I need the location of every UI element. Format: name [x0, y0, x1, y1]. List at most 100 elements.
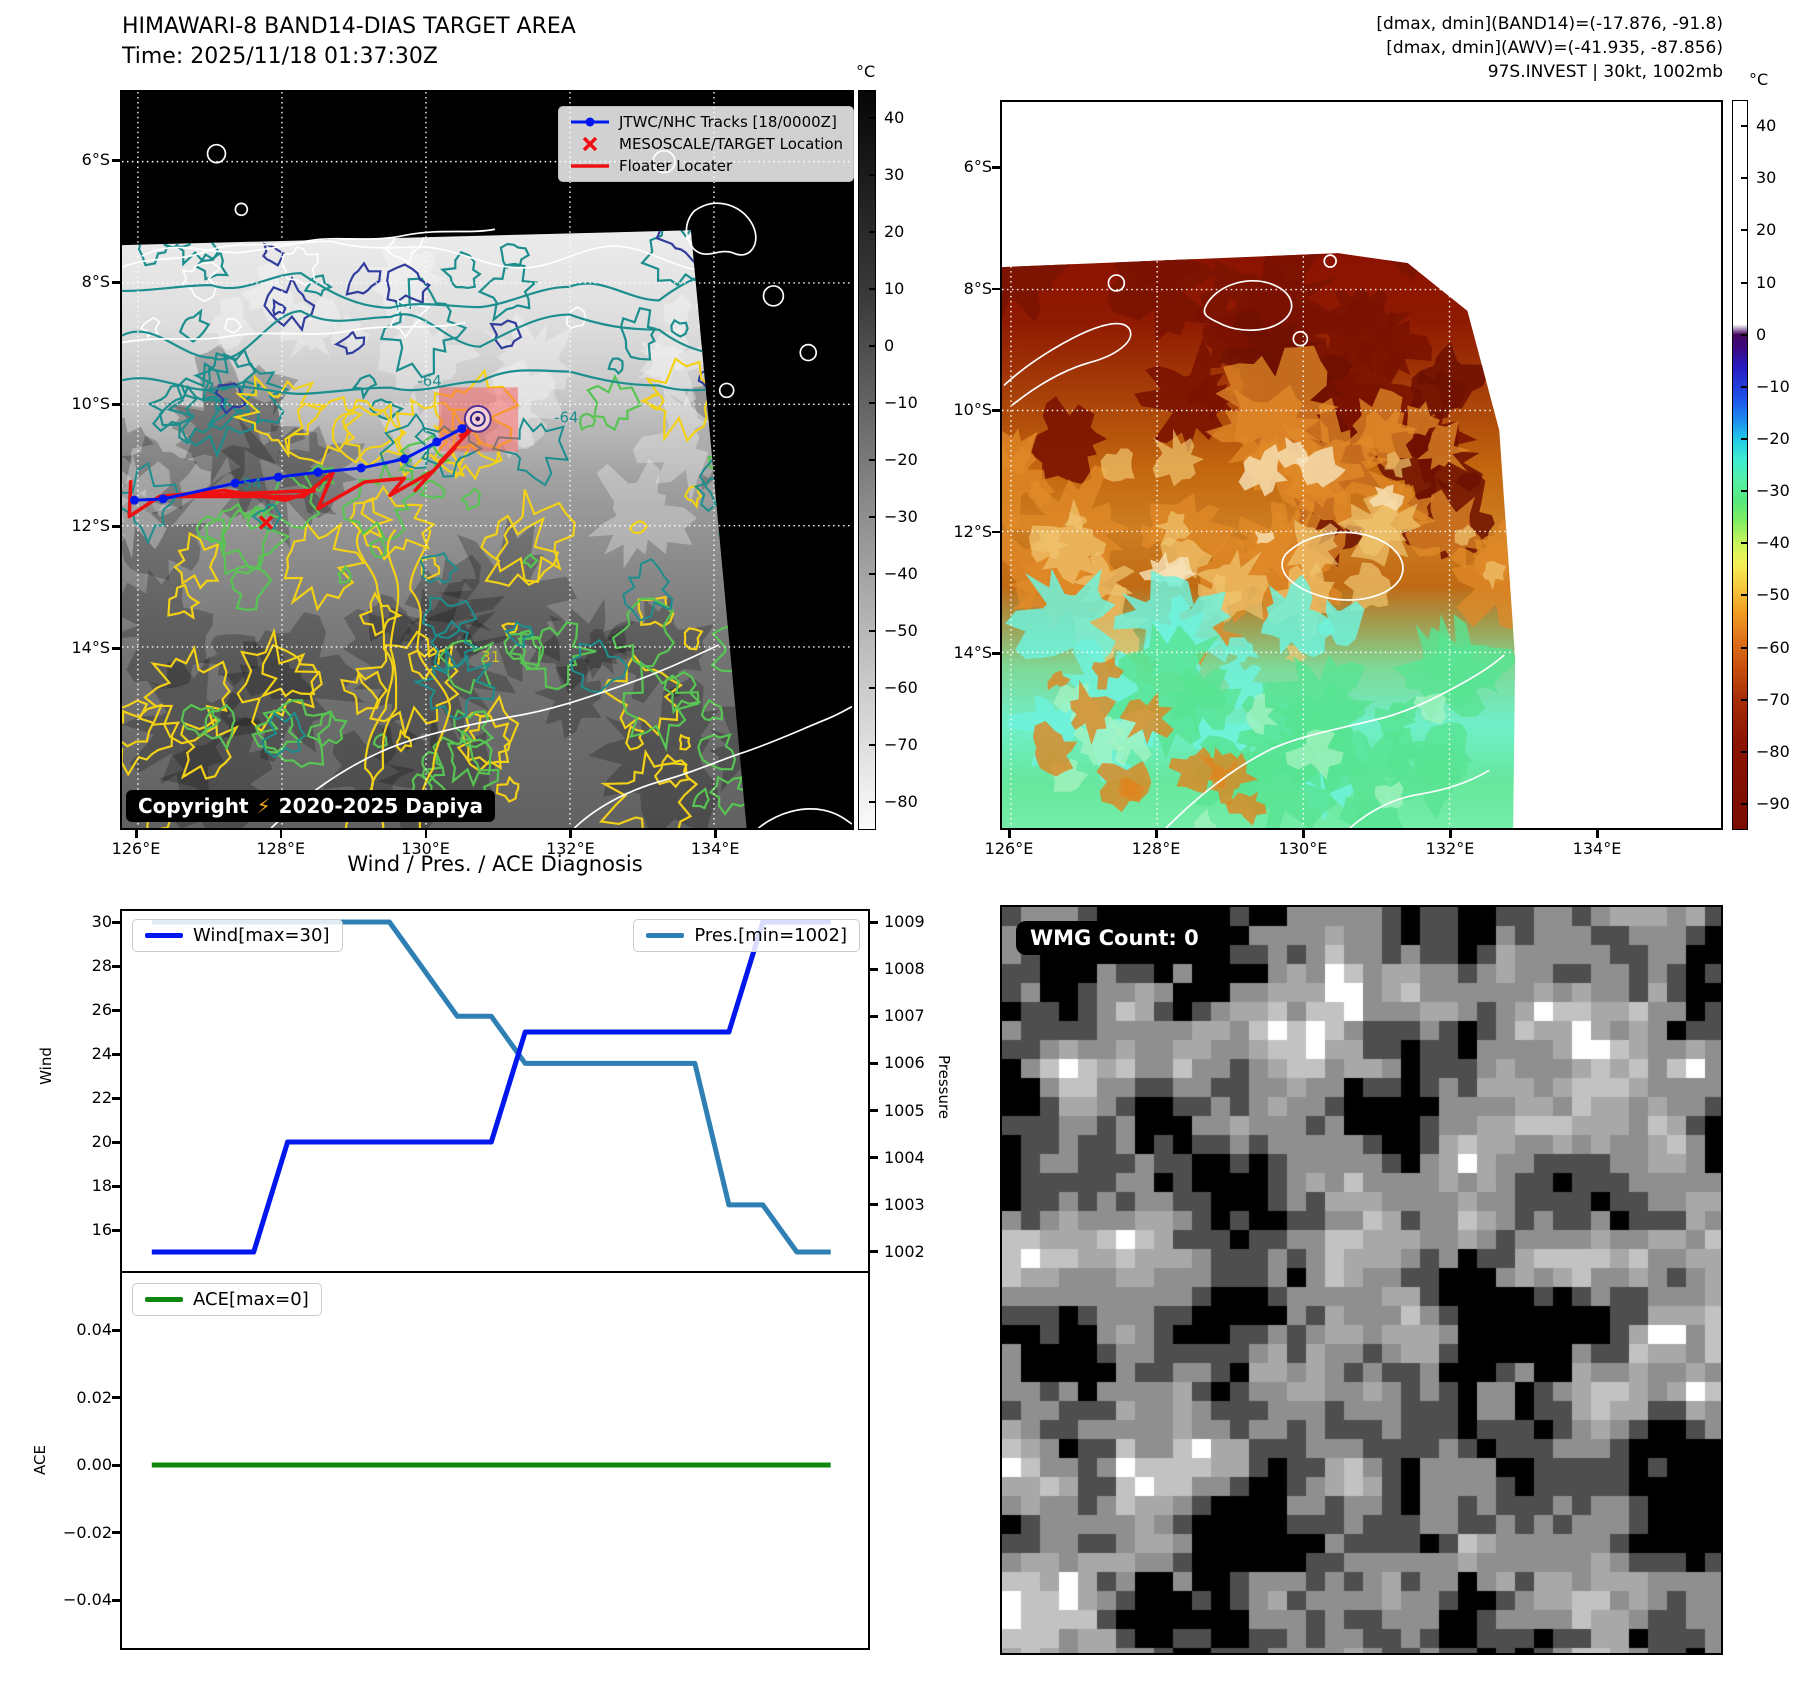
mapB-lat-label: 8°S: [912, 280, 992, 298]
tick-mark: [869, 117, 876, 119]
tick-mark: [869, 516, 876, 518]
tick-mark: [112, 525, 120, 528]
tick-mark: [112, 159, 120, 162]
wind-tick-label: 20: [32, 1133, 112, 1151]
dapiya-logo-icon: ⚡: [257, 794, 271, 818]
mapB-lat-label: 14°S: [912, 644, 992, 662]
band14-colorbar-tick: −40: [884, 565, 918, 583]
tick-mark: [869, 288, 876, 290]
tick-mark: [1741, 125, 1748, 127]
legend-item-2: Floater Locater: [569, 157, 843, 175]
awv-colorbar: [1732, 100, 1748, 830]
pressure-tick-label: 1002: [884, 1243, 925, 1261]
red-line: [569, 159, 611, 173]
tick-mark: [870, 1015, 878, 1018]
band14-timestamp: Time: 2025/11/18 01:37:30Z: [122, 44, 438, 69]
tick-mark: [870, 1203, 878, 1206]
awv-colorbar-tick: −20: [1756, 430, 1790, 448]
jtwc-track-point: [159, 494, 168, 503]
pressure-tick-label: 1006: [884, 1054, 925, 1072]
tick-mark: [112, 1599, 120, 1602]
band14-colorbar-unit: °C: [856, 62, 875, 81]
wind-legend-line: [145, 933, 183, 938]
wmg-image: [1002, 907, 1721, 1653]
mapB-lat-label: 6°S: [912, 158, 992, 176]
contour-label: 31: [481, 648, 500, 666]
wind-pressure-plot: Wind[max=30] Pres.[min=1002]: [120, 909, 870, 1273]
ace-tick-label: −0.02: [32, 1524, 112, 1542]
tick-mark: [869, 630, 876, 632]
tick-mark: [1741, 647, 1748, 649]
tick-mark: [1741, 594, 1748, 596]
pressure-tick-label: 1009: [884, 913, 925, 931]
ace-tick-label: 0.02: [32, 1389, 112, 1407]
ace-tick-label: 0.04: [32, 1321, 112, 1339]
mapB-lon-label: 130°E: [1258, 840, 1348, 858]
tick-mark: [870, 968, 878, 971]
tick-mark: [112, 1464, 120, 1467]
tick-mark: [112, 281, 120, 284]
band14-colorbar-tick: 0: [884, 337, 894, 355]
jtwc-track-point: [357, 464, 366, 473]
info-line-invest: 97S.INVEST | 30kt, 1002mb: [1376, 60, 1723, 84]
band14-colorbar-tick: 20: [884, 223, 904, 241]
awv-colorbar-tick: −50: [1756, 586, 1790, 604]
tick-mark: [112, 965, 120, 968]
mapB-lon-label: 126°E: [964, 840, 1054, 858]
mapA-lon-label: 134°E: [670, 840, 760, 858]
tick-mark: [992, 288, 1000, 291]
tick-mark: [992, 531, 1000, 534]
copyright-text: Copyright: [138, 794, 249, 818]
mapA-lat-label: 10°S: [30, 395, 110, 413]
band14-colorbar-tick: −20: [884, 451, 918, 469]
tick-mark: [1741, 229, 1748, 231]
tick-mark: [869, 744, 876, 746]
tick-mark: [1741, 177, 1748, 179]
ace-plot: ACE[max=0]: [120, 1273, 870, 1650]
tick-mark: [992, 166, 1000, 169]
wind-tick-label: 24: [32, 1045, 112, 1063]
band14-map-canvas: -64-64-5431: [122, 92, 852, 828]
tick-mark: [135, 830, 138, 838]
copyright-badge: Copyright ⚡ 2020-2025 Dapiya: [126, 790, 495, 822]
mapB-lon-label: 128°E: [1111, 840, 1201, 858]
tick-mark: [1741, 803, 1748, 805]
awv-colorbar-tick: −10: [1756, 378, 1790, 396]
tick-mark: [992, 652, 1000, 655]
info-line-band14-range: [dmax, dmin](BAND14)=(-17.876, -91.8): [1376, 12, 1723, 36]
tick-mark: [112, 403, 120, 406]
awv-colorbar-unit: °C: [1749, 70, 1768, 89]
wind-tick-label: 28: [32, 957, 112, 975]
jtwc-track-point: [130, 496, 139, 505]
awv-info-block: [dmax, dmin](BAND14)=(-17.876, -91.8) [d…: [1376, 12, 1723, 84]
tick-mark: [1741, 542, 1748, 544]
tick-mark: [869, 402, 876, 404]
legend-item-0: JTWC/NHC Tracks [18/0000Z]: [569, 113, 843, 131]
wind-legend-label: Wind[max=30]: [193, 925, 330, 946]
mapA-lat-label: 12°S: [30, 517, 110, 535]
map-legend: JTWC/NHC Tracks [18/0000Z] MESOSCALE/TARG…: [558, 106, 854, 182]
band14-colorbar-tick: 40: [884, 109, 904, 127]
legend-item-label: MESOSCALE/TARGET Location: [619, 135, 843, 153]
legend-item-label: Floater Locater: [619, 157, 732, 175]
wmg-panel: WMG Count: 0: [1000, 905, 1723, 1655]
tick-mark: [1741, 386, 1748, 388]
tick-mark: [1741, 438, 1748, 440]
tick-mark: [869, 573, 876, 575]
band14-colorbar-tick: 10: [884, 280, 904, 298]
awv-colorbar-tick: 10: [1756, 274, 1776, 292]
tick-mark: [112, 1229, 120, 1232]
pressure-legend-line: [646, 933, 684, 938]
ace-legend: ACE[max=0]: [132, 1283, 322, 1316]
pressure-tick-label: 1008: [884, 960, 925, 978]
tick-mark: [869, 459, 876, 461]
blue-line-with-dot-icon: [569, 115, 611, 129]
tick-mark: [869, 801, 876, 803]
tick-mark: [112, 921, 120, 924]
band14-colorbar-tick: −60: [884, 679, 918, 697]
band14-map-panel: -64-64-5431 JTWC/NHC Tracks [18/0000Z] ME…: [120, 90, 854, 830]
ace-legend-line: [145, 1297, 183, 1302]
tick-mark: [870, 1250, 878, 1253]
mapA-lon-label: 130°E: [381, 840, 471, 858]
pressure-tick-label: 1003: [884, 1196, 925, 1214]
